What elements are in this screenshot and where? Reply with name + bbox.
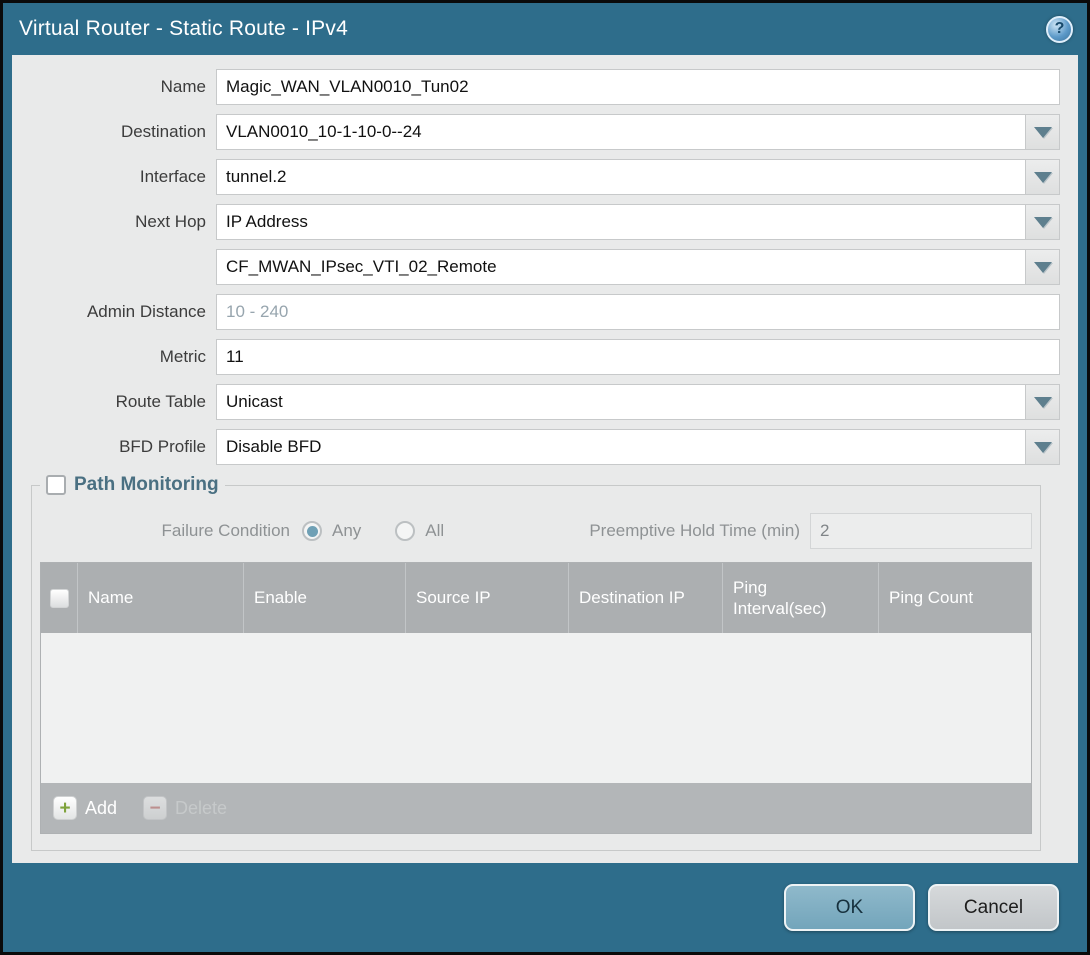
cancel-button[interactable]: Cancel (928, 884, 1059, 931)
column-header-name: Name (77, 563, 243, 633)
table-header-row: Name Enable Source IP Destination IP Pin… (41, 563, 1031, 633)
admin-distance-label: Admin Distance (12, 302, 216, 322)
interface-input[interactable] (216, 159, 1026, 195)
dialog-footer: OK Cancel (3, 863, 1087, 952)
path-monitoring-legend: Path Monitoring (40, 474, 225, 496)
preemptive-hold-time-group: Preemptive Hold Time (min) (589, 513, 1032, 549)
route-table-label: Route Table (12, 392, 216, 412)
bfd-profile-label: BFD Profile (12, 437, 216, 457)
ok-button[interactable]: OK (784, 884, 915, 931)
radio-all-label: All (425, 521, 444, 541)
chevron-down-icon (1034, 397, 1052, 408)
minus-icon: − (143, 796, 167, 820)
admin-distance-input[interactable] (216, 294, 1060, 330)
next-hop-label: Next Hop (12, 212, 216, 232)
form-row-destination: Destination (12, 114, 1060, 150)
dialog-title: Virtual Router - Static Route - IPv4 (19, 17, 348, 41)
static-route-dialog: Virtual Router - Static Route - IPv4 ? N… (0, 0, 1090, 955)
column-header-ping-count: Ping Count (878, 563, 1031, 633)
path-monitoring-section: Path Monitoring Failure Condition Any Al… (31, 474, 1041, 851)
name-input[interactable] (216, 69, 1060, 105)
delete-button[interactable]: − Delete (143, 796, 227, 820)
form-row-interface: Interface (12, 159, 1060, 195)
add-button-label: Add (85, 798, 117, 819)
table-footer: + Add − Delete (41, 783, 1031, 833)
metric-label: Metric (12, 347, 216, 367)
next-hop-type-input[interactable] (216, 204, 1026, 240)
radio-option-all[interactable]: All (395, 521, 444, 541)
next-hop-address-dropdown-button[interactable] (1026, 249, 1060, 285)
bfd-profile-input[interactable] (216, 429, 1026, 465)
destination-label: Destination (12, 122, 216, 142)
failure-condition-label: Failure Condition (40, 521, 302, 541)
interface-label: Interface (12, 167, 216, 187)
path-monitoring-title: Path Monitoring (74, 474, 219, 496)
add-button[interactable]: + Add (53, 796, 117, 820)
form-row-route-table: Route Table (12, 384, 1060, 420)
chevron-down-icon (1034, 442, 1052, 453)
column-header-destination-ip: Destination IP (568, 563, 722, 633)
destination-input[interactable] (216, 114, 1026, 150)
form-row-bfd-profile: BFD Profile (12, 429, 1060, 465)
path-monitoring-table: Name Enable Source IP Destination IP Pin… (40, 562, 1032, 834)
route-table-input[interactable] (216, 384, 1026, 420)
chevron-down-icon (1034, 127, 1052, 138)
chevron-down-icon (1034, 262, 1052, 273)
preemptive-hold-time-label: Preemptive Hold Time (min) (589, 521, 810, 541)
metric-input[interactable] (216, 339, 1060, 375)
destination-dropdown-button[interactable] (1026, 114, 1060, 150)
interface-dropdown-button[interactable] (1026, 159, 1060, 195)
radio-button-icon (302, 521, 322, 541)
column-header-source-ip: Source IP (405, 563, 568, 633)
name-label: Name (12, 77, 216, 97)
form-row-metric: Metric (12, 339, 1060, 375)
preemptive-hold-time-input[interactable] (810, 513, 1032, 549)
next-hop-address-input[interactable] (216, 249, 1026, 285)
title-bar: Virtual Router - Static Route - IPv4 ? (3, 3, 1087, 55)
radio-any-label: Any (332, 521, 361, 541)
help-icon-glyph: ? (1055, 20, 1065, 38)
failure-condition-options: Any All (302, 521, 444, 541)
table-body-empty (41, 633, 1031, 783)
path-monitoring-checkbox[interactable] (46, 475, 66, 495)
select-all-checkbox[interactable] (50, 589, 69, 608)
route-table-dropdown-button[interactable] (1026, 384, 1060, 420)
radio-option-any[interactable]: Any (302, 521, 361, 541)
form-row-next-hop: Next Hop (12, 204, 1060, 240)
bfd-profile-dropdown-button[interactable] (1026, 429, 1060, 465)
plus-icon: + (53, 796, 77, 820)
form-row-next-hop-address (12, 249, 1060, 285)
dialog-content: Name Destination Interface (12, 55, 1078, 863)
column-header-enable: Enable (243, 563, 405, 633)
failure-condition-row: Failure Condition Any All Preemptive Hol… (40, 512, 1032, 550)
radio-button-icon (395, 521, 415, 541)
chevron-down-icon (1034, 217, 1052, 228)
table-header-select-all (41, 563, 77, 633)
chevron-down-icon (1034, 172, 1052, 183)
next-hop-type-dropdown-button[interactable] (1026, 204, 1060, 240)
form-row-name: Name (12, 69, 1060, 105)
form-row-admin-distance: Admin Distance (12, 294, 1060, 330)
delete-button-label: Delete (175, 798, 227, 819)
column-header-ping-interval: Ping Interval(sec) (722, 563, 878, 633)
help-icon[interactable]: ? (1046, 16, 1073, 43)
